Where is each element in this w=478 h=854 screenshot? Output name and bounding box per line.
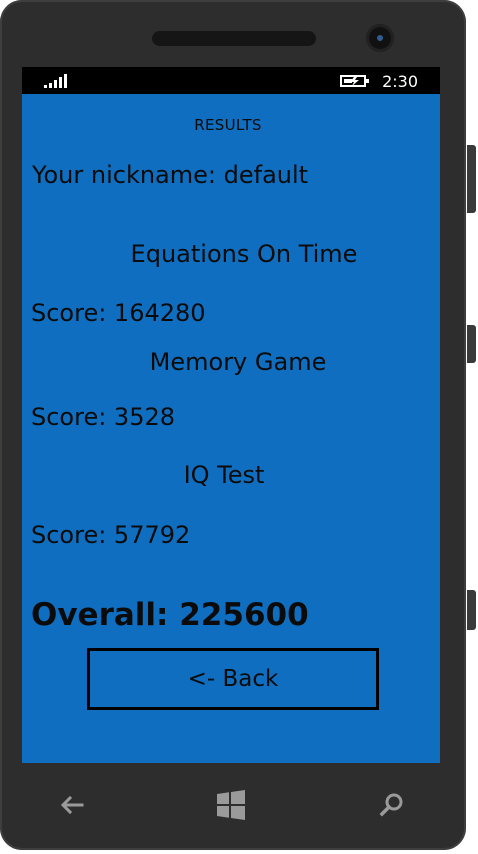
section-title-equations: Equations On Time [130, 240, 358, 268]
status-time: 2:30 [382, 72, 418, 91]
status-bar: 2:30 [22, 67, 440, 94]
front-camera [366, 24, 394, 52]
section-title-iq-test: IQ Test [183, 461, 265, 489]
camera-button [467, 590, 476, 630]
results-page: RESULTS Your nickname: default Equations… [22, 94, 440, 763]
search-icon[interactable] [376, 789, 408, 821]
nickname-text: Your nickname: default [32, 161, 309, 189]
score-equations: Score: 164280 [31, 299, 206, 327]
windows-logo-icon[interactable] [215, 789, 247, 821]
phone-screen: 2:30 RESULTS Your nickname: default Equa… [22, 67, 440, 763]
back-arrow-icon[interactable] [56, 789, 88, 821]
volume-button [467, 145, 476, 213]
power-button [467, 325, 476, 363]
battery-charging-icon [340, 75, 369, 87]
signal-bars-icon [44, 74, 67, 88]
phone-device-frame: 2:30 RESULTS Your nickname: default Equa… [0, 0, 466, 850]
overall-score: Overall: 225600 [31, 597, 309, 633]
back-button[interactable]: <- Back [87, 648, 379, 710]
page-title: RESULTS [194, 116, 262, 134]
score-iq-test: Score: 57792 [31, 521, 191, 549]
earpiece-speaker [152, 31, 316, 46]
score-memory-game: Score: 3528 [31, 403, 176, 431]
hardware-navigation-bar [22, 763, 440, 850]
section-title-memory-game: Memory Game [149, 348, 327, 376]
